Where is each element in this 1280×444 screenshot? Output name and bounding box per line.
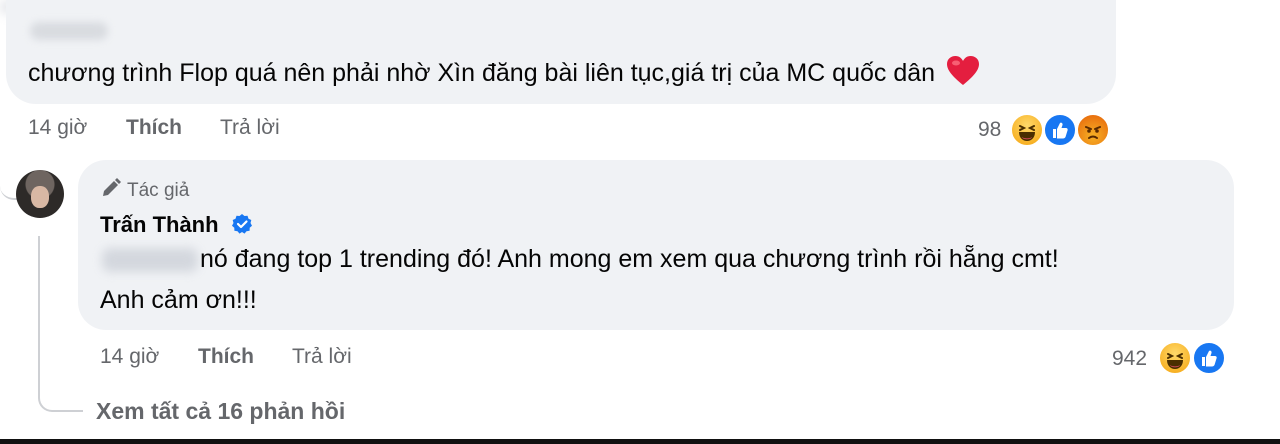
haha-icon bbox=[1010, 113, 1044, 147]
blurred-mention bbox=[102, 248, 198, 272]
comment-text: chương trình Flop quá nên phải nhờ Xìn đ… bbox=[28, 55, 980, 94]
reaction-count[interactable]: 98 bbox=[978, 118, 1001, 142]
reaction-icons[interactable] bbox=[1010, 111, 1114, 149]
heart-icon bbox=[946, 55, 980, 94]
like-icon bbox=[1043, 113, 1077, 147]
like-label: Thích bbox=[126, 116, 182, 139]
author-name-row: Trấn Thành bbox=[100, 212, 253, 241]
comment-timestamp[interactable]: 14 giờ bbox=[28, 116, 87, 140]
reply-button[interactable]: Trả lời bbox=[220, 116, 280, 140]
like-icon bbox=[1192, 341, 1226, 375]
comment-body: chương trình Flop quá nên phải nhờ Xìn đ… bbox=[28, 59, 936, 87]
author-badge-label: Tác giả bbox=[127, 180, 190, 201]
haha-icon bbox=[1158, 341, 1192, 375]
thread-line bbox=[38, 236, 83, 412]
reply-reaction-icons[interactable] bbox=[1158, 339, 1230, 377]
reply-like-button[interactable]: Thích bbox=[198, 345, 254, 369]
pencil-icon bbox=[100, 177, 122, 205]
bottom-border bbox=[0, 439, 1280, 444]
blurred-commenter-name bbox=[30, 22, 108, 40]
verified-badge-icon bbox=[231, 213, 253, 241]
author-badge: Tác giả bbox=[100, 177, 189, 205]
avatar[interactable] bbox=[16, 170, 64, 218]
author-name[interactable]: Trấn Thành bbox=[100, 212, 219, 237]
reply-reply-button[interactable]: Trả lời bbox=[292, 345, 352, 369]
reply-timestamp[interactable]: 14 giờ bbox=[100, 345, 159, 369]
like-button[interactable]: Thích bbox=[126, 116, 182, 140]
angry-icon bbox=[1076, 113, 1110, 147]
view-all-replies-link[interactable]: Xem tất cả 16 phản hồi bbox=[96, 398, 345, 425]
reply-reaction-count[interactable]: 942 bbox=[1112, 347, 1147, 371]
reply-like-label: Thích bbox=[198, 345, 254, 368]
reply-text-line1: nó đang top 1 trending đó! Anh mong em x… bbox=[200, 245, 1059, 273]
reply-text-line2: Anh cảm ơn!!! bbox=[100, 286, 257, 314]
